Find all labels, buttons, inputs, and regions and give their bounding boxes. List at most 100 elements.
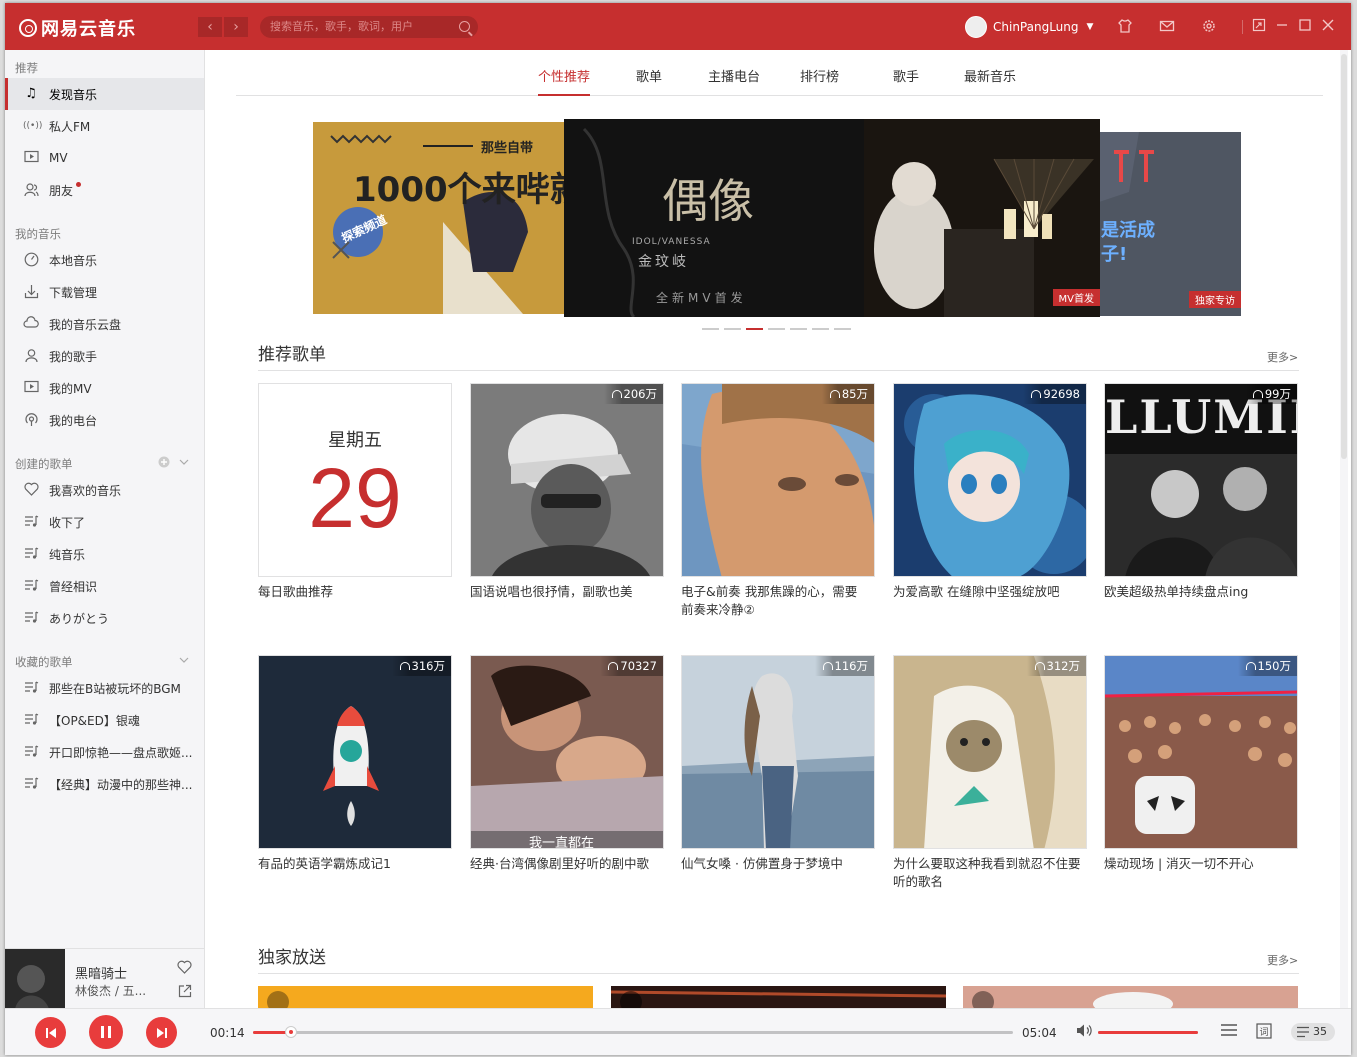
sidebar-item-playlist[interactable]: 纯音乐	[5, 538, 204, 570]
album-cover[interactable]	[5, 949, 65, 1009]
sidebar-item-local-music[interactable]: 本地音乐	[5, 244, 204, 276]
maximize-icon[interactable]	[1296, 18, 1314, 36]
chevron-down-icon[interactable]	[178, 654, 190, 669]
carousel-dot[interactable]	[768, 328, 785, 330]
sidebar-item-mv[interactable]: MV	[5, 142, 204, 174]
playlist-card[interactable]: 116万 仙气女嗓 · 仿佛置身于梦境中	[681, 655, 875, 873]
playlist-name[interactable]: 每日歌曲推荐	[258, 583, 446, 601]
playlist-cover[interactable]: 150万	[1104, 655, 1298, 849]
now-playing-mini[interactable]: 黑暗骑士 林俊杰 / 五...	[5, 948, 205, 1009]
playlist-card[interactable]: LLUMIN 99万 欧美超级热单持续盘点ing	[1104, 383, 1298, 601]
add-playlist-icon[interactable]	[158, 456, 190, 471]
search-icon[interactable]	[459, 21, 470, 32]
tab-playlists[interactable]: 歌单	[636, 66, 662, 96]
song-title[interactable]: 黑暗骑士	[75, 963, 127, 982]
carousel-dot[interactable]	[724, 328, 741, 330]
playlist-cover[interactable]: 312万	[893, 655, 1087, 849]
sidebar-item-playlist[interactable]: 【经典】动漫中的那些神...	[5, 768, 204, 800]
mail-icon[interactable]	[1158, 18, 1176, 36]
sound-effect-icon[interactable]	[1220, 1023, 1238, 1041]
playlist-cover[interactable]: 92698	[893, 383, 1087, 577]
playlist-name[interactable]: 仙气女嗓 · 仿佛置身于梦境中	[681, 855, 869, 873]
pause-button[interactable]	[89, 1015, 123, 1049]
playlist-cover[interactable]: 116万	[681, 655, 875, 849]
tab-singers[interactable]: 歌手	[893, 66, 919, 96]
more-link[interactable]: 更多>	[1267, 349, 1298, 365]
share-icon[interactable]	[178, 984, 192, 1002]
more-link[interactable]: 更多>	[1267, 952, 1298, 968]
banner-slide-right[interactable]: 是活成 子! 独家专访	[1099, 132, 1241, 316]
scrollbar-thumb[interactable]	[1341, 54, 1347, 459]
playlist-name[interactable]: 国语说唱也很抒情，副歌也美	[470, 583, 658, 601]
banner-slide-left[interactable]: 那些自带 1000个来哔就 探索频道	[313, 122, 565, 314]
playlist-count-badge[interactable]: 35	[1291, 1023, 1335, 1041]
skin-icon[interactable]	[1116, 18, 1134, 36]
sidebar-item-liked-music[interactable]: 我喜欢的音乐	[5, 474, 204, 506]
exclusive-card[interactable]	[258, 986, 593, 1008]
playlist-name[interactable]: 为爱高歌 在缝隙中坚强绽放吧	[893, 583, 1081, 601]
close-icon[interactable]	[1319, 18, 1337, 36]
chevron-down-icon[interactable]: ▼	[1087, 22, 1094, 32]
exclusive-card[interactable]	[611, 986, 946, 1008]
sidebar-item-my-radio[interactable]: 我的电台	[5, 404, 204, 436]
settings-gear-icon[interactable]	[1200, 18, 1218, 36]
playlist-card[interactable]: 150万 燥动现场 | 消灭一切不开心	[1104, 655, 1298, 873]
playlist-card[interactable]: 312万 为什么要取这种我看到就忍不住要听的歌名	[893, 655, 1087, 891]
playlist-name[interactable]: 欧美超级热单持续盘点ing	[1104, 583, 1292, 601]
playlist-cover[interactable]: 206万	[470, 383, 664, 577]
heart-icon[interactable]	[177, 960, 192, 978]
exclusive-card[interactable]	[963, 986, 1298, 1008]
tab-charts[interactable]: 排行榜	[800, 66, 839, 96]
daily-recommend-card[interactable]: 星期五 29 每日歌曲推荐	[258, 383, 452, 601]
sidebar-item-downloads[interactable]: 下载管理	[5, 276, 204, 308]
song-artist[interactable]: 林俊杰 / 五...	[75, 982, 146, 999]
sidebar-item-playlist[interactable]: 曾经相识	[5, 570, 204, 602]
back-button[interactable]: ‹	[198, 17, 222, 37]
carousel-dot[interactable]	[834, 328, 851, 330]
playlist-card[interactable]: 我一直都在 70327 经典·台湾偶像剧里好听的剧中歌	[470, 655, 664, 873]
minimize-icon[interactable]	[1273, 18, 1291, 36]
mini-mode-icon[interactable]	[1250, 18, 1268, 36]
sidebar-item-my-singers[interactable]: 我的歌手	[5, 340, 204, 372]
playlist-card[interactable]: 316万 有品的英语学霸炼成记1	[258, 655, 452, 873]
carousel-dot[interactable]	[790, 328, 807, 330]
carousel-dot[interactable]	[702, 328, 719, 330]
main-scrollbar[interactable]	[1340, 50, 1348, 1008]
playlist-name[interactable]: 有品的英语学霸炼成记1	[258, 855, 446, 873]
previous-track-button[interactable]	[35, 1017, 66, 1048]
tab-radio[interactable]: 主播电台	[708, 66, 760, 96]
playlist-card[interactable]: 206万 国语说唱也很抒情，副歌也美	[470, 383, 664, 601]
carousel-dot[interactable]	[812, 328, 829, 330]
progress-bar[interactable]	[253, 1026, 1013, 1038]
forward-button[interactable]: ›	[224, 17, 248, 37]
playlist-cover[interactable]: 85万	[681, 383, 875, 577]
banner-slide-center[interactable]: 偶像 IDOL/VANESSA 金玟岐 全新MV首发 MV首发	[564, 119, 1100, 317]
playlist-card[interactable]: 85万 电子&前奏 我那焦躁的心，需要前奏来冷静②	[681, 383, 875, 619]
playlist-name[interactable]: 燥动现场 | 消灭一切不开心	[1104, 855, 1292, 873]
app-logo[interactable]: 网易云音乐	[19, 15, 136, 41]
volume-icon[interactable]	[1076, 1023, 1093, 1042]
sidebar-item-friends[interactable]: 朋友	[5, 174, 204, 206]
sidebar-item-cloud-drive[interactable]: 我的音乐云盘	[5, 308, 204, 340]
next-track-button[interactable]	[146, 1017, 177, 1048]
daily-calendar[interactable]: 星期五 29	[258, 383, 452, 577]
sidebar-item-private-fm[interactable]: ((•)) 私人FM	[5, 110, 204, 142]
sidebar-item-discover-music[interactable]: ♫ 发现音乐	[5, 78, 204, 110]
playlist-cover[interactable]: 我一直都在 70327	[470, 655, 664, 849]
playlist-cover[interactable]: LLUMIN 99万	[1104, 383, 1298, 577]
playlist-cover[interactable]: 316万	[258, 655, 452, 849]
sidebar-item-playlist[interactable]: 开口即惊艳——盘点歌姬...	[5, 736, 204, 768]
user-name[interactable]: ChinPangLung	[993, 20, 1079, 34]
sidebar-item-playlist[interactable]: 【OP&ED】银魂	[5, 704, 204, 736]
volume-slider[interactable]	[1098, 1031, 1198, 1034]
playlist-name[interactable]: 电子&前奏 我那焦躁的心，需要前奏来冷静②	[681, 583, 869, 619]
search-input[interactable]: 搜索音乐，歌手，歌词，用户	[260, 16, 478, 38]
sidebar-item-playlist[interactable]: 收下了	[5, 506, 204, 538]
playlist-name[interactable]: 经典·台湾偶像剧里好听的剧中歌	[470, 855, 658, 873]
playlist-name[interactable]: 为什么要取这种我看到就忍不住要听的歌名	[893, 855, 1081, 891]
sidebar-item-playlist[interactable]: ありがとう	[5, 602, 204, 634]
carousel-dot-active[interactable]	[746, 328, 763, 330]
avatar[interactable]	[965, 16, 987, 38]
progress-knob[interactable]	[285, 1026, 297, 1038]
lyrics-icon[interactable]: 词	[1256, 1023, 1272, 1043]
